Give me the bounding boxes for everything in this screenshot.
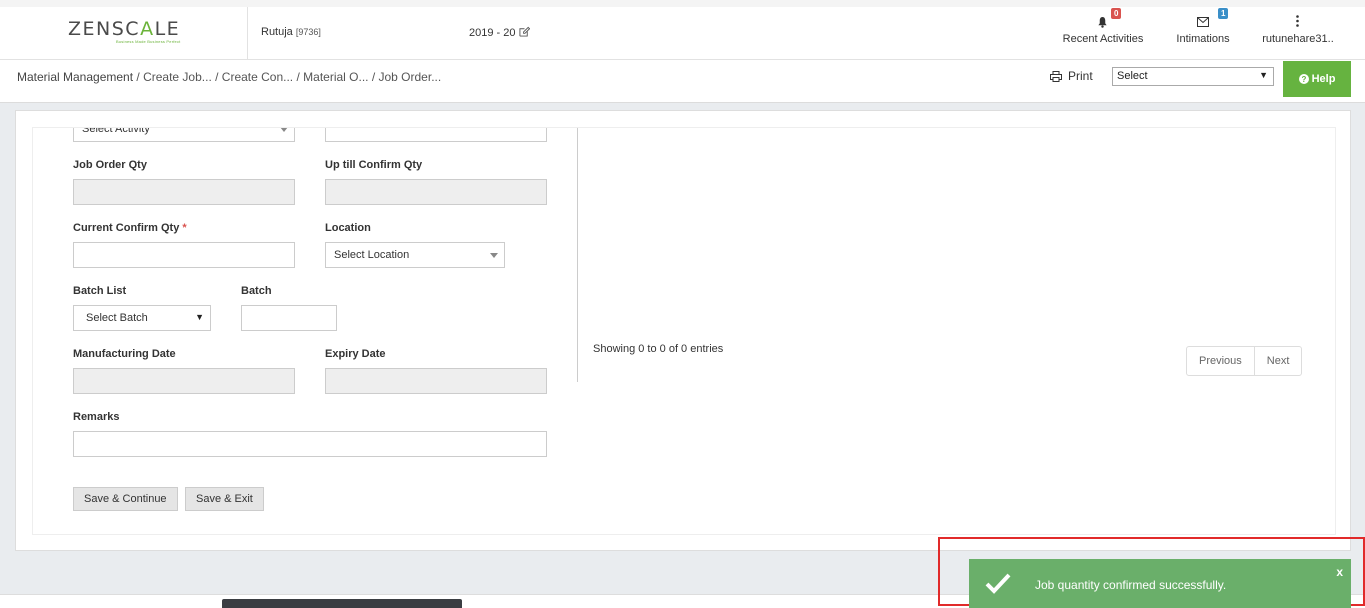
bell-icon: [1098, 16, 1107, 28]
success-toast: Job quantity confirmed successfully. x: [969, 559, 1351, 608]
location-label: Location: [325, 222, 371, 234]
up-till-confirm-qty-label: Up till Confirm Qty: [325, 159, 423, 171]
intimations-badge: 1: [1218, 8, 1229, 19]
job-order-qty-label: Job Order Qty: [73, 159, 147, 171]
next-button[interactable]: Next: [1255, 347, 1302, 375]
fiscal-year[interactable]: 2019 - 20: [469, 26, 531, 40]
top-select-value: Select: [1117, 70, 1148, 82]
previous-button[interactable]: Previous: [1187, 347, 1255, 375]
user-name: Rutuja: [261, 26, 293, 38]
batch-list-select[interactable]: Select Batch ▼: [73, 305, 211, 331]
recent-activities[interactable]: 0 Recent Activities: [1060, 8, 1146, 45]
caret-down-icon: [490, 253, 498, 258]
help-label: Help: [1311, 73, 1336, 85]
taskbar-fragment: [222, 599, 462, 608]
recent-activities-badge: 0: [1111, 8, 1122, 19]
table-entries-info: Showing 0 to 0 of 0 entries: [593, 343, 724, 355]
recent-activities-label: Recent Activities: [1062, 33, 1144, 45]
logo-wordmark: ZENSCALE: [68, 18, 181, 40]
required-mark: *: [182, 222, 187, 234]
up-till-confirm-qty-field: [325, 179, 547, 205]
breadcrumb-trail[interactable]: / Create Job... / Create Con... / Materi…: [136, 70, 441, 84]
logo-tagline: Business Made Business Perfect: [116, 39, 181, 44]
sub-header: Material Management / Create Job... / Cr…: [0, 60, 1365, 103]
print-label: Print: [1068, 69, 1093, 83]
fiscal-year-label: 2019 - 20: [469, 27, 516, 39]
breadcrumb-root[interactable]: Material Management: [17, 70, 133, 84]
user-code: [9736]: [295, 27, 321, 37]
remarks-input[interactable]: [73, 431, 547, 457]
caret-down-icon: [280, 128, 288, 132]
toast-close-button[interactable]: x: [1336, 565, 1343, 579]
table-pagination: Previous Next: [1186, 346, 1303, 376]
activity-extra-field[interactable]: [325, 128, 547, 142]
remarks-label: Remarks: [73, 411, 120, 423]
help-button[interactable]: ? Help: [1283, 61, 1351, 97]
batch-list-select-value: Select Batch: [86, 312, 148, 324]
print-button[interactable]: Print: [1050, 69, 1093, 83]
panel-divider: [577, 128, 578, 382]
top-select[interactable]: Select ▼: [1112, 67, 1274, 86]
location-select[interactable]: Select Location: [325, 242, 505, 268]
logo[interactable]: ZENSCALE Business Made Business Perfect: [0, 7, 248, 59]
printer-icon: [1050, 70, 1062, 82]
save-continue-button[interactable]: Save & Continue: [73, 487, 178, 511]
toast-message: Job quantity confirmed successfully.: [1035, 578, 1227, 592]
account-menu[interactable]: rutunehare31..: [1258, 11, 1338, 45]
expiry-date-label: Expiry Date: [325, 348, 386, 360]
intimations-label: Intimations: [1176, 33, 1230, 45]
check-icon: [985, 572, 1011, 597]
current-confirm-qty-label: Current Confirm Qty *: [73, 222, 187, 234]
main-card: Select Activity Job Order Qty Up till Co…: [15, 110, 1351, 551]
kebab-icon: [1296, 15, 1299, 27]
svg-text:?: ?: [1301, 75, 1306, 84]
expiry-date-field: [325, 368, 547, 394]
question-circle-icon: ?: [1298, 74, 1309, 84]
breadcrumb: Material Management / Create Job... / Cr…: [17, 70, 441, 84]
manufacturing-date-label: Manufacturing Date: [73, 348, 176, 360]
batch-list-label: Batch List: [73, 285, 127, 297]
top-header: ZENSCALE Business Made Business Perfect …: [0, 0, 1365, 60]
location-select-value: Select Location: [334, 249, 410, 261]
manufacturing-date-field: [73, 368, 295, 394]
job-order-qty-field: [73, 179, 295, 205]
intimations[interactable]: 1 Intimations: [1172, 8, 1234, 45]
save-exit-button[interactable]: Save & Exit: [185, 487, 264, 511]
batch-input[interactable]: [241, 305, 337, 331]
batch-label: Batch: [241, 285, 272, 297]
current-confirm-qty-input[interactable]: [73, 242, 295, 268]
account-label: rutunehare31..: [1262, 33, 1334, 45]
caret-down-icon: ▼: [195, 312, 204, 322]
envelope-icon: [1197, 17, 1209, 27]
form-panel: Select Activity Job Order Qty Up till Co…: [32, 127, 1336, 535]
caret-down-icon: ▼: [1259, 70, 1268, 80]
activity-select-value: Select Activity: [82, 127, 150, 135]
activity-select[interactable]: Select Activity: [73, 127, 295, 142]
edit-icon[interactable]: [519, 26, 531, 40]
user-info: Rutuja [9736]: [261, 26, 321, 38]
